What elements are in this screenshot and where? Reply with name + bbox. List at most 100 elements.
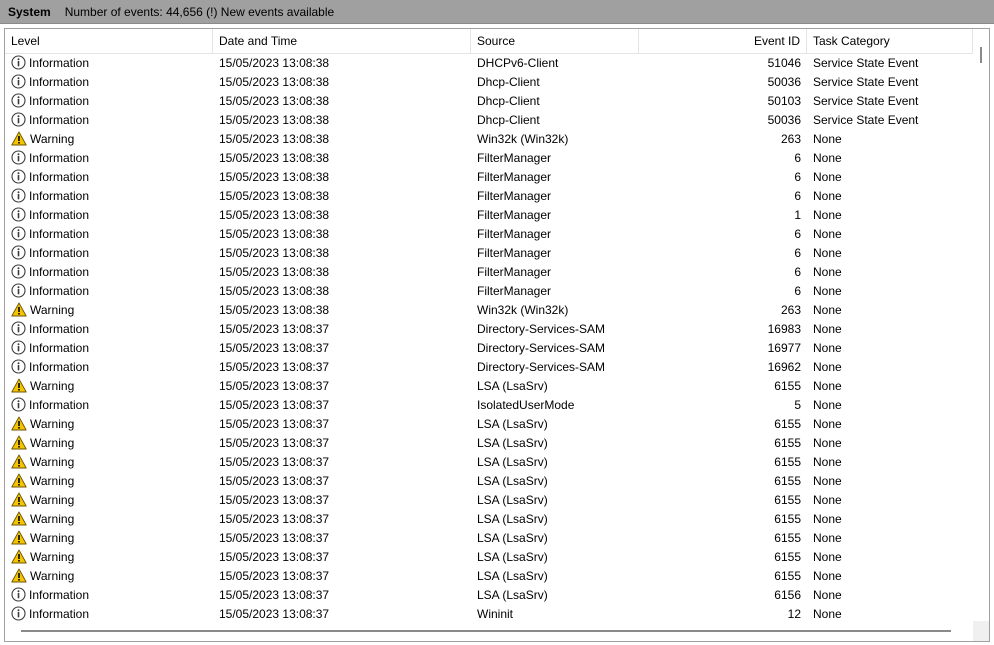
level-cell: Information [5,169,213,184]
date-time-cell: 15/05/2023 13:08:37 [219,492,330,507]
information-icon [11,397,29,412]
table-row[interactable]: Warning 15/05/2023 13:08:37 LSA (LsaSrv) 61… [5,433,973,452]
event-id-cell: 6156 [774,587,801,602]
table-row[interactable]: Information 15/05/2023 13:08:38 FilterMana… [5,186,973,205]
date-time-cell: 15/05/2023 13:08:38 [219,302,330,317]
table-row[interactable]: Information 15/05/2023 13:08:38 Dhcp-Clien… [5,110,973,129]
table-row[interactable]: Information 15/05/2023 13:08:38 FilterMana… [5,148,973,167]
task-category-cell: None [813,169,842,184]
task-category-cell: None [813,131,842,146]
source-cell: LSA (LsaSrv) [477,511,548,526]
date-time-cell: 15/05/2023 13:08:38 [219,93,330,108]
level-cell: Information [5,321,213,336]
level-cell: Warning [5,530,213,545]
level-cell: Information [5,188,213,203]
source-cell: FilterManager [477,169,552,184]
level-text: Information [29,321,90,336]
level-cell: Information [5,150,213,165]
table-row[interactable]: Warning 15/05/2023 13:08:37 LSA (LsaSrv) 61… [5,547,973,566]
task-category-cell: None [813,359,842,374]
warning-icon [11,454,30,469]
information-icon [11,207,29,222]
task-category-cell: Service State Event [813,55,919,70]
table-row[interactable]: Information 15/05/2023 13:08:37 Directory-… [5,319,973,338]
horizontal-scrollbar[interactable] [5,621,973,641]
source-cell: LSA (LsaSrv) [477,587,548,602]
level-text: Information [29,587,90,602]
table-row[interactable]: Warning 15/05/2023 13:08:37 LSA (LsaSrv) 61… [5,490,973,509]
task-category-cell: None [813,226,842,241]
information-icon [11,283,29,298]
table-row[interactable]: Warning 15/05/2023 13:08:38 Win32k (Win32k… [5,129,973,148]
date-time-cell: 15/05/2023 13:08:37 [219,473,330,488]
table-row[interactable]: Information 15/05/2023 13:08:38 FilterMana… [5,281,973,300]
table-row[interactable]: Information 15/05/2023 13:08:37 Directory-… [5,338,973,357]
table-row[interactable]: Information 15/05/2023 13:08:38 FilterMana… [5,205,973,224]
level-cell: Information [5,245,213,260]
level-text: Warning [30,302,75,317]
table-row[interactable]: Warning 15/05/2023 13:08:37 LSA (LsaSrv) 61… [5,376,973,395]
table-row[interactable]: Warning 15/05/2023 13:08:37 LSA (LsaSrv) 61… [5,528,973,547]
table-row[interactable]: Information 15/05/2023 13:08:37 IsolatedUs… [5,395,973,414]
information-icon [11,245,29,260]
level-text: Warning [30,568,75,583]
information-icon [11,74,29,89]
date-time-cell: 15/05/2023 13:08:37 [219,511,330,526]
table-row[interactable]: Warning 15/05/2023 13:08:37 LSA (LsaSrv) 61… [5,452,973,471]
table-row[interactable]: Information 15/05/2023 13:08:38 FilterMana… [5,224,973,243]
warning-icon [11,530,30,545]
date-time-cell: 15/05/2023 13:08:38 [219,226,330,241]
warning-icon [11,302,30,317]
column-header-source[interactable]: Source [471,29,639,53]
level-cell: Information [5,359,213,374]
level-text: Information [29,207,90,222]
vertical-scroll-thumb[interactable] [980,47,982,63]
horizontal-scroll-thumb[interactable] [21,630,951,632]
event-id-cell: 6155 [774,435,801,450]
task-category-cell: None [813,302,842,317]
level-cell: Information [5,264,213,279]
level-text: Information [29,74,90,89]
task-category-cell: None [813,454,842,469]
column-header-level[interactable]: Level [5,29,213,53]
table-row[interactable]: Warning 15/05/2023 13:08:37 LSA (LsaSrv) 61… [5,509,973,528]
source-cell: Directory-Services-SAM [477,340,606,355]
column-header-date-time[interactable]: Date and Time [213,29,471,53]
date-time-cell: 15/05/2023 13:08:38 [219,150,330,165]
level-cell: Warning [5,511,213,526]
level-text: Information [29,55,90,70]
source-cell: LSA (LsaSrv) [477,549,548,564]
event-id-cell: 16977 [767,340,801,355]
level-text: Information [29,340,90,355]
table-row[interactable]: Information 15/05/2023 13:08:38 DHCPv6-Cli… [5,53,973,72]
column-header-task-category[interactable]: Task Category [807,29,973,53]
event-id-cell: 6155 [774,530,801,545]
warning-icon [11,511,30,526]
vertical-scrollbar[interactable] [973,29,989,621]
table-row[interactable]: Warning 15/05/2023 13:08:37 LSA (LsaSrv) 61… [5,566,973,585]
table-row[interactable]: Information 15/05/2023 13:08:38 FilterMana… [5,167,973,186]
table-row[interactable]: Warning 15/05/2023 13:08:37 LSA (LsaSrv) 61… [5,471,973,490]
source-cell: Dhcp-Client [477,93,540,108]
information-icon [11,321,29,336]
table-row[interactable]: Information 15/05/2023 13:08:37 Directory-… [5,357,973,376]
table-row[interactable]: Information 15/05/2023 13:08:38 FilterMana… [5,243,973,262]
task-category-cell: None [813,321,842,336]
column-header-event-id[interactable]: Event ID [639,29,807,53]
level-cell: Information [5,397,213,412]
level-text: Warning [30,435,75,450]
date-time-cell: 15/05/2023 13:08:37 [219,340,330,355]
information-icon [11,93,29,108]
event-id-cell: 51046 [767,55,801,70]
table-row[interactable]: Information 15/05/2023 13:08:38 Dhcp-Clien… [5,72,973,91]
table-row[interactable]: Information 15/05/2023 13:08:38 Dhcp-Clien… [5,91,973,110]
table-row[interactable]: Information 15/05/2023 13:08:38 FilterMana… [5,262,973,281]
level-text: Warning [30,511,75,526]
table-row[interactable]: Warning 15/05/2023 13:08:37 LSA (LsaSrv) 61… [5,414,973,433]
table-row[interactable]: Information 15/05/2023 13:08:37 LSA (LsaSr… [5,585,973,604]
event-id-cell: 6 [794,150,801,165]
event-id-cell: 6155 [774,511,801,526]
source-cell: FilterManager [477,188,552,203]
table-row[interactable]: Warning 15/05/2023 13:08:38 Win32k (Win32k… [5,300,973,319]
information-icon [11,188,29,203]
